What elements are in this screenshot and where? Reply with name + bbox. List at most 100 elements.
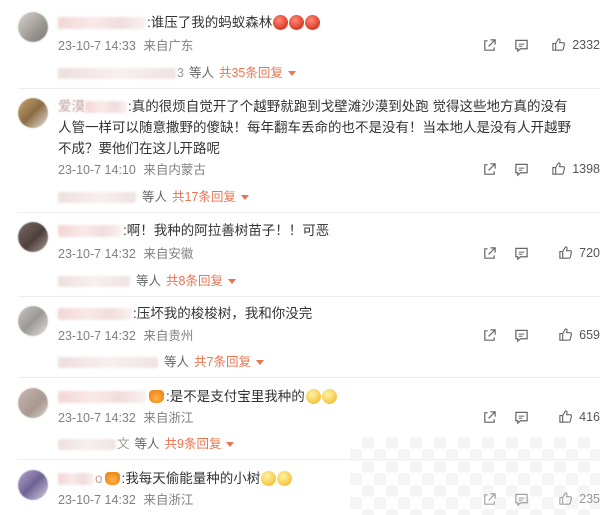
reply-summary: 等人 共8条回复	[58, 273, 236, 289]
comment-date: 23-10-7 14:33	[58, 39, 136, 53]
comment-button[interactable]	[514, 162, 529, 177]
share-icon	[484, 247, 496, 259]
like-button[interactable]: 235	[558, 491, 600, 506]
view-replies-link[interactable]: 共35条回复	[219, 65, 283, 81]
comment-meta: 23-10-7 14:10 来自内蒙古	[58, 162, 210, 178]
like-count: 416	[579, 409, 600, 424]
like-count: 1398	[572, 161, 600, 176]
comment-content: :是不是支付宝里我种的	[58, 386, 580, 407]
reply-summary: 文 等人 共9条回复	[58, 436, 235, 452]
comment-meta: 23-10-7 14:33 来自广东	[58, 38, 197, 54]
view-replies-link[interactable]: 共8条回复	[166, 273, 223, 289]
username-blurred[interactable]	[85, 101, 127, 114]
avatar[interactable]	[18, 470, 48, 500]
share-button[interactable]	[482, 162, 497, 177]
username-suffix[interactable]: o	[95, 471, 103, 486]
view-replies-link[interactable]: 共17条回复	[172, 189, 236, 205]
reply-others-label: 等人	[164, 355, 190, 369]
comment-text: :我每天偷能量种的小树	[121, 471, 261, 486]
chevron-down-icon[interactable]	[227, 278, 236, 284]
reply-others-label: 等人	[134, 437, 160, 451]
comment-location: 来自广东	[143, 39, 194, 53]
thumbs-up-icon	[559, 492, 573, 505]
thumbs-up-icon	[559, 246, 573, 259]
like-button[interactable]: 720	[558, 245, 600, 260]
reply-summary: 3 等人 共35条回复	[58, 65, 296, 81]
sad-emoji-icon	[261, 471, 277, 486]
divider	[18, 296, 600, 297]
username-blurred[interactable]	[58, 17, 146, 30]
comment-meta: 23-10-7 14:32 来自浙江	[58, 492, 197, 508]
share-button[interactable]	[482, 410, 497, 425]
thumbs-up-icon	[552, 38, 566, 51]
comment-content: :谁压了我的蚂蚁森林	[58, 12, 580, 33]
comment-content: :压坏我的梭梭树，我和你没完	[58, 303, 580, 324]
like-button[interactable]: 1398	[551, 161, 600, 176]
angry-emoji-icon	[289, 15, 305, 30]
share-button[interactable]	[482, 246, 497, 261]
reply-summary: 等人 共17条回复	[58, 189, 249, 205]
reply-name-suffix: 文	[117, 437, 130, 451]
chevron-down-icon[interactable]	[240, 194, 249, 200]
view-replies-link[interactable]: 共9条回复	[165, 436, 222, 452]
comment-icon	[515, 247, 528, 261]
view-replies-link[interactable]: 共7条回复	[194, 354, 251, 370]
reply-others-label: 等人	[136, 274, 162, 288]
share-icon	[484, 163, 496, 175]
avatar[interactable]	[18, 12, 48, 42]
wry-smile-emoji-icon	[321, 389, 337, 404]
comment-content: 爱漠:真的很烦自觉开了个越野就跑到戈壁滩沙漠到处跑 觉得这些地方真的没有人管一样…	[58, 96, 580, 159]
avatar[interactable]	[18, 306, 48, 336]
like-count: 659	[579, 327, 600, 342]
comment-location: 来自贵州	[143, 329, 194, 343]
comment-icon	[515, 39, 528, 53]
username-blurred[interactable]	[58, 391, 146, 404]
comment-button[interactable]	[514, 328, 529, 343]
comment-button[interactable]	[514, 410, 529, 425]
comment-date: 23-10-7 14:10	[58, 163, 136, 177]
comment-date: 23-10-7 14:32	[58, 493, 136, 507]
comment-text: :啊！我种的阿拉善树苗子！！可恶	[123, 223, 330, 238]
divider	[18, 377, 600, 378]
thumbs-up-icon	[559, 410, 573, 423]
chevron-down-icon[interactable]	[255, 359, 264, 365]
like-button[interactable]: 416	[558, 409, 600, 424]
wry-smile-emoji-icon	[305, 389, 321, 404]
like-button[interactable]: 2332	[551, 37, 600, 52]
angry-emoji-icon	[305, 15, 321, 30]
share-button[interactable]	[482, 328, 497, 343]
share-icon	[484, 39, 496, 51]
chevron-down-icon[interactable]	[287, 70, 296, 76]
reply-summary: 等人 共7条回复	[58, 354, 264, 370]
like-button[interactable]: 659	[558, 327, 600, 342]
comment-button[interactable]	[514, 246, 529, 261]
comment-button[interactable]	[514, 38, 529, 53]
comment-location: 来自内蒙古	[143, 163, 206, 177]
reply-others-label: 等人	[188, 66, 214, 80]
reply-name-suffix: 3	[177, 66, 184, 80]
username-blurred[interactable]	[58, 308, 132, 321]
comment-date: 23-10-7 14:32	[58, 411, 136, 425]
share-button[interactable]	[482, 38, 497, 53]
chevron-down-icon[interactable]	[226, 441, 235, 447]
username-visible[interactable]: 爱漠	[58, 99, 85, 114]
username-blurred[interactable]	[58, 225, 122, 238]
reply-names-blurred	[58, 438, 116, 450]
comment-button[interactable]	[514, 492, 529, 507]
comment-meta: 23-10-7 14:32 来自浙江	[58, 410, 197, 426]
avatar[interactable]	[18, 222, 48, 252]
comment-text: :压坏我的梭梭树，我和你没完	[133, 306, 313, 321]
angry-emoji-icon	[273, 15, 289, 30]
sad-emoji-icon	[277, 471, 293, 486]
reply-others-label: 等人	[142, 190, 168, 204]
avatar[interactable]	[18, 98, 48, 128]
reply-names-blurred	[58, 67, 176, 79]
comment-location: 来自浙江	[143, 411, 194, 425]
comment-date: 23-10-7 14:32	[58, 329, 136, 343]
comment-location: 来自安徽	[143, 247, 194, 261]
comment-text: :谁压了我的蚂蚁森林	[147, 15, 273, 30]
avatar[interactable]	[18, 388, 48, 418]
username-blurred[interactable]	[58, 473, 94, 486]
divider	[18, 88, 600, 89]
share-button[interactable]	[482, 492, 497, 507]
